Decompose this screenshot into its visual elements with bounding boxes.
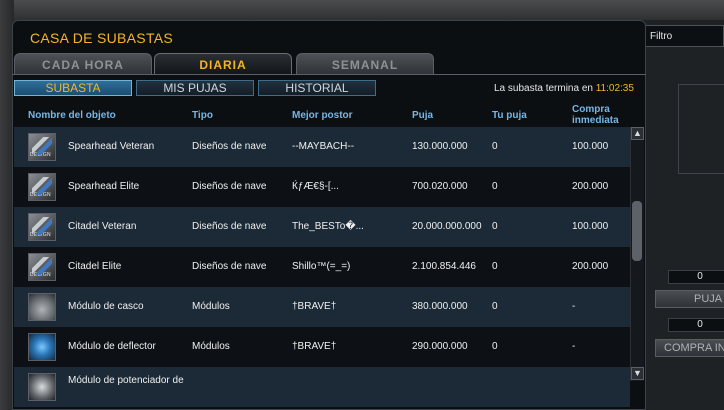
- column-header-buy-now[interactable]: Compra inmediata: [572, 104, 619, 126]
- item-bidder: ЌƒÆ€§-[...: [292, 181, 339, 192]
- item-buy-now: 200.000: [572, 181, 609, 192]
- tab-divider: [12, 74, 646, 75]
- filter-label: Filtro: [650, 31, 673, 42]
- item-name: Módulo de potenciador de: [68, 375, 184, 386]
- item-bidder: †BRAVE†: [292, 341, 337, 352]
- bid-button[interactable]: PUJA: [655, 290, 724, 308]
- table-row[interactable]: DESIGN Spearhead Elite Diseños de nave Ќ…: [14, 167, 630, 207]
- subtab-auction[interactable]: SUBASTA: [14, 80, 132, 96]
- item-bid: 290.000.000: [412, 341, 468, 352]
- window-top-frame: [0, 0, 724, 20]
- table-row[interactable]: DESIGN Citadel Veteran Diseños de nave T…: [14, 207, 630, 247]
- tab-hourly[interactable]: CADA HORA: [14, 53, 152, 75]
- item-name: Módulo de casco: [68, 301, 144, 312]
- item-type: Diseños de nave: [192, 261, 267, 272]
- item-bid: 380.000.000: [412, 301, 468, 312]
- item-bid: 130.000.000: [412, 141, 468, 152]
- item-type: Diseños de nave: [192, 181, 267, 192]
- buy-now-button[interactable]: COMPRA INMEDIATA: [655, 339, 724, 357]
- page-title: CASA DE SUBASTAS: [30, 30, 174, 46]
- item-bidder: The_BESTo�...: [292, 221, 364, 232]
- timer-value: 11:02:35: [595, 83, 634, 94]
- item-bidder: --MAYBACH--: [292, 141, 355, 152]
- column-header-buy-now-line2: inmediata: [572, 115, 619, 126]
- subtab-my-bids[interactable]: MIS PUJAS: [136, 80, 254, 96]
- item-my-bid: 0: [492, 221, 498, 232]
- item-name: Spearhead Elite: [68, 181, 140, 192]
- item-bidder: †BRAVE†: [292, 301, 337, 312]
- item-buy-now: -: [572, 341, 576, 352]
- item-type: Diseños de nave: [192, 141, 267, 152]
- item-buy-now: -: [572, 301, 576, 312]
- item-type: Módulos: [192, 341, 230, 352]
- design-icon: DESIGN: [28, 213, 56, 241]
- quantity-field-buy[interactable]: 0: [668, 318, 724, 332]
- item-my-bid: 0: [492, 141, 498, 152]
- item-name: Citadel Veteran: [68, 221, 137, 232]
- timer-label: La subasta termina en: [494, 83, 593, 94]
- table-row[interactable]: Módulo de potenciador de: [14, 367, 630, 407]
- auction-table: DESIGN Spearhead Veteran Diseños de nave…: [14, 127, 630, 409]
- design-icon: DESIGN: [28, 133, 56, 161]
- item-my-bid: 0: [492, 181, 498, 192]
- helmet-module-icon: [28, 293, 56, 321]
- tab-daily[interactable]: DIARIA: [154, 53, 292, 75]
- item-name: Spearhead Veteran: [68, 141, 155, 152]
- column-header-bid[interactable]: Puja: [412, 110, 433, 121]
- column-header-buy-now-line1: Compra: [572, 104, 610, 115]
- item-type: Módulos: [192, 301, 230, 312]
- scrollbar-thumb[interactable]: [632, 201, 642, 261]
- item-bid: 20.000.000.000: [412, 221, 482, 232]
- power-module-icon: [28, 373, 56, 401]
- item-bid: 2.100.854.446: [412, 261, 476, 272]
- scroll-down-icon[interactable]: ▼: [631, 367, 644, 380]
- item-bid: 700.020.000: [412, 181, 468, 192]
- deflector-module-icon: [28, 333, 56, 361]
- item-name: Citadel Elite: [68, 261, 122, 272]
- design-icon: DESIGN: [28, 253, 56, 281]
- item-buy-now: 200.000: [572, 261, 609, 272]
- bid-button-label: PUJA: [694, 293, 723, 305]
- buy-now-button-label: COMPRA INMEDIATA: [664, 342, 724, 354]
- table-row[interactable]: Módulo de deflector Módulos †BRAVE† 290.…: [14, 327, 630, 367]
- item-type: Diseños de nave: [192, 221, 267, 232]
- auction-timer: La subasta termina en 11:02:35: [494, 83, 634, 94]
- item-my-bid: 0: [492, 261, 498, 272]
- quantity-field-bid[interactable]: 0: [668, 270, 724, 284]
- tab-weekly[interactable]: SEMANAL: [296, 53, 434, 75]
- item-bidder: Shillo™(=_=): [292, 261, 351, 272]
- table-row[interactable]: Módulo de casco Módulos †BRAVE† 380.000.…: [14, 287, 630, 327]
- item-my-bid: 0: [492, 341, 498, 352]
- subtab-history[interactable]: HISTORIAL: [258, 80, 376, 96]
- scroll-up-icon[interactable]: ▲: [631, 127, 644, 140]
- column-header-bidder[interactable]: Mejor postor: [292, 110, 353, 121]
- design-icon: DESIGN: [28, 173, 56, 201]
- column-header-type[interactable]: Tipo: [192, 110, 213, 121]
- item-buy-now: 100.000: [572, 221, 609, 232]
- table-row[interactable]: DESIGN Spearhead Veteran Diseños de nave…: [14, 127, 630, 167]
- table-row[interactable]: DESIGN Citadel Elite Diseños de nave Shi…: [14, 247, 630, 287]
- item-my-bid: 0: [492, 301, 498, 312]
- column-header-name[interactable]: Nombre del objeto: [28, 110, 116, 121]
- column-header-my-bid[interactable]: Tu puja: [492, 110, 527, 121]
- item-buy-now: 100.000: [572, 141, 609, 152]
- item-name: Módulo de deflector: [68, 341, 156, 352]
- item-preview-frame: [678, 84, 724, 174]
